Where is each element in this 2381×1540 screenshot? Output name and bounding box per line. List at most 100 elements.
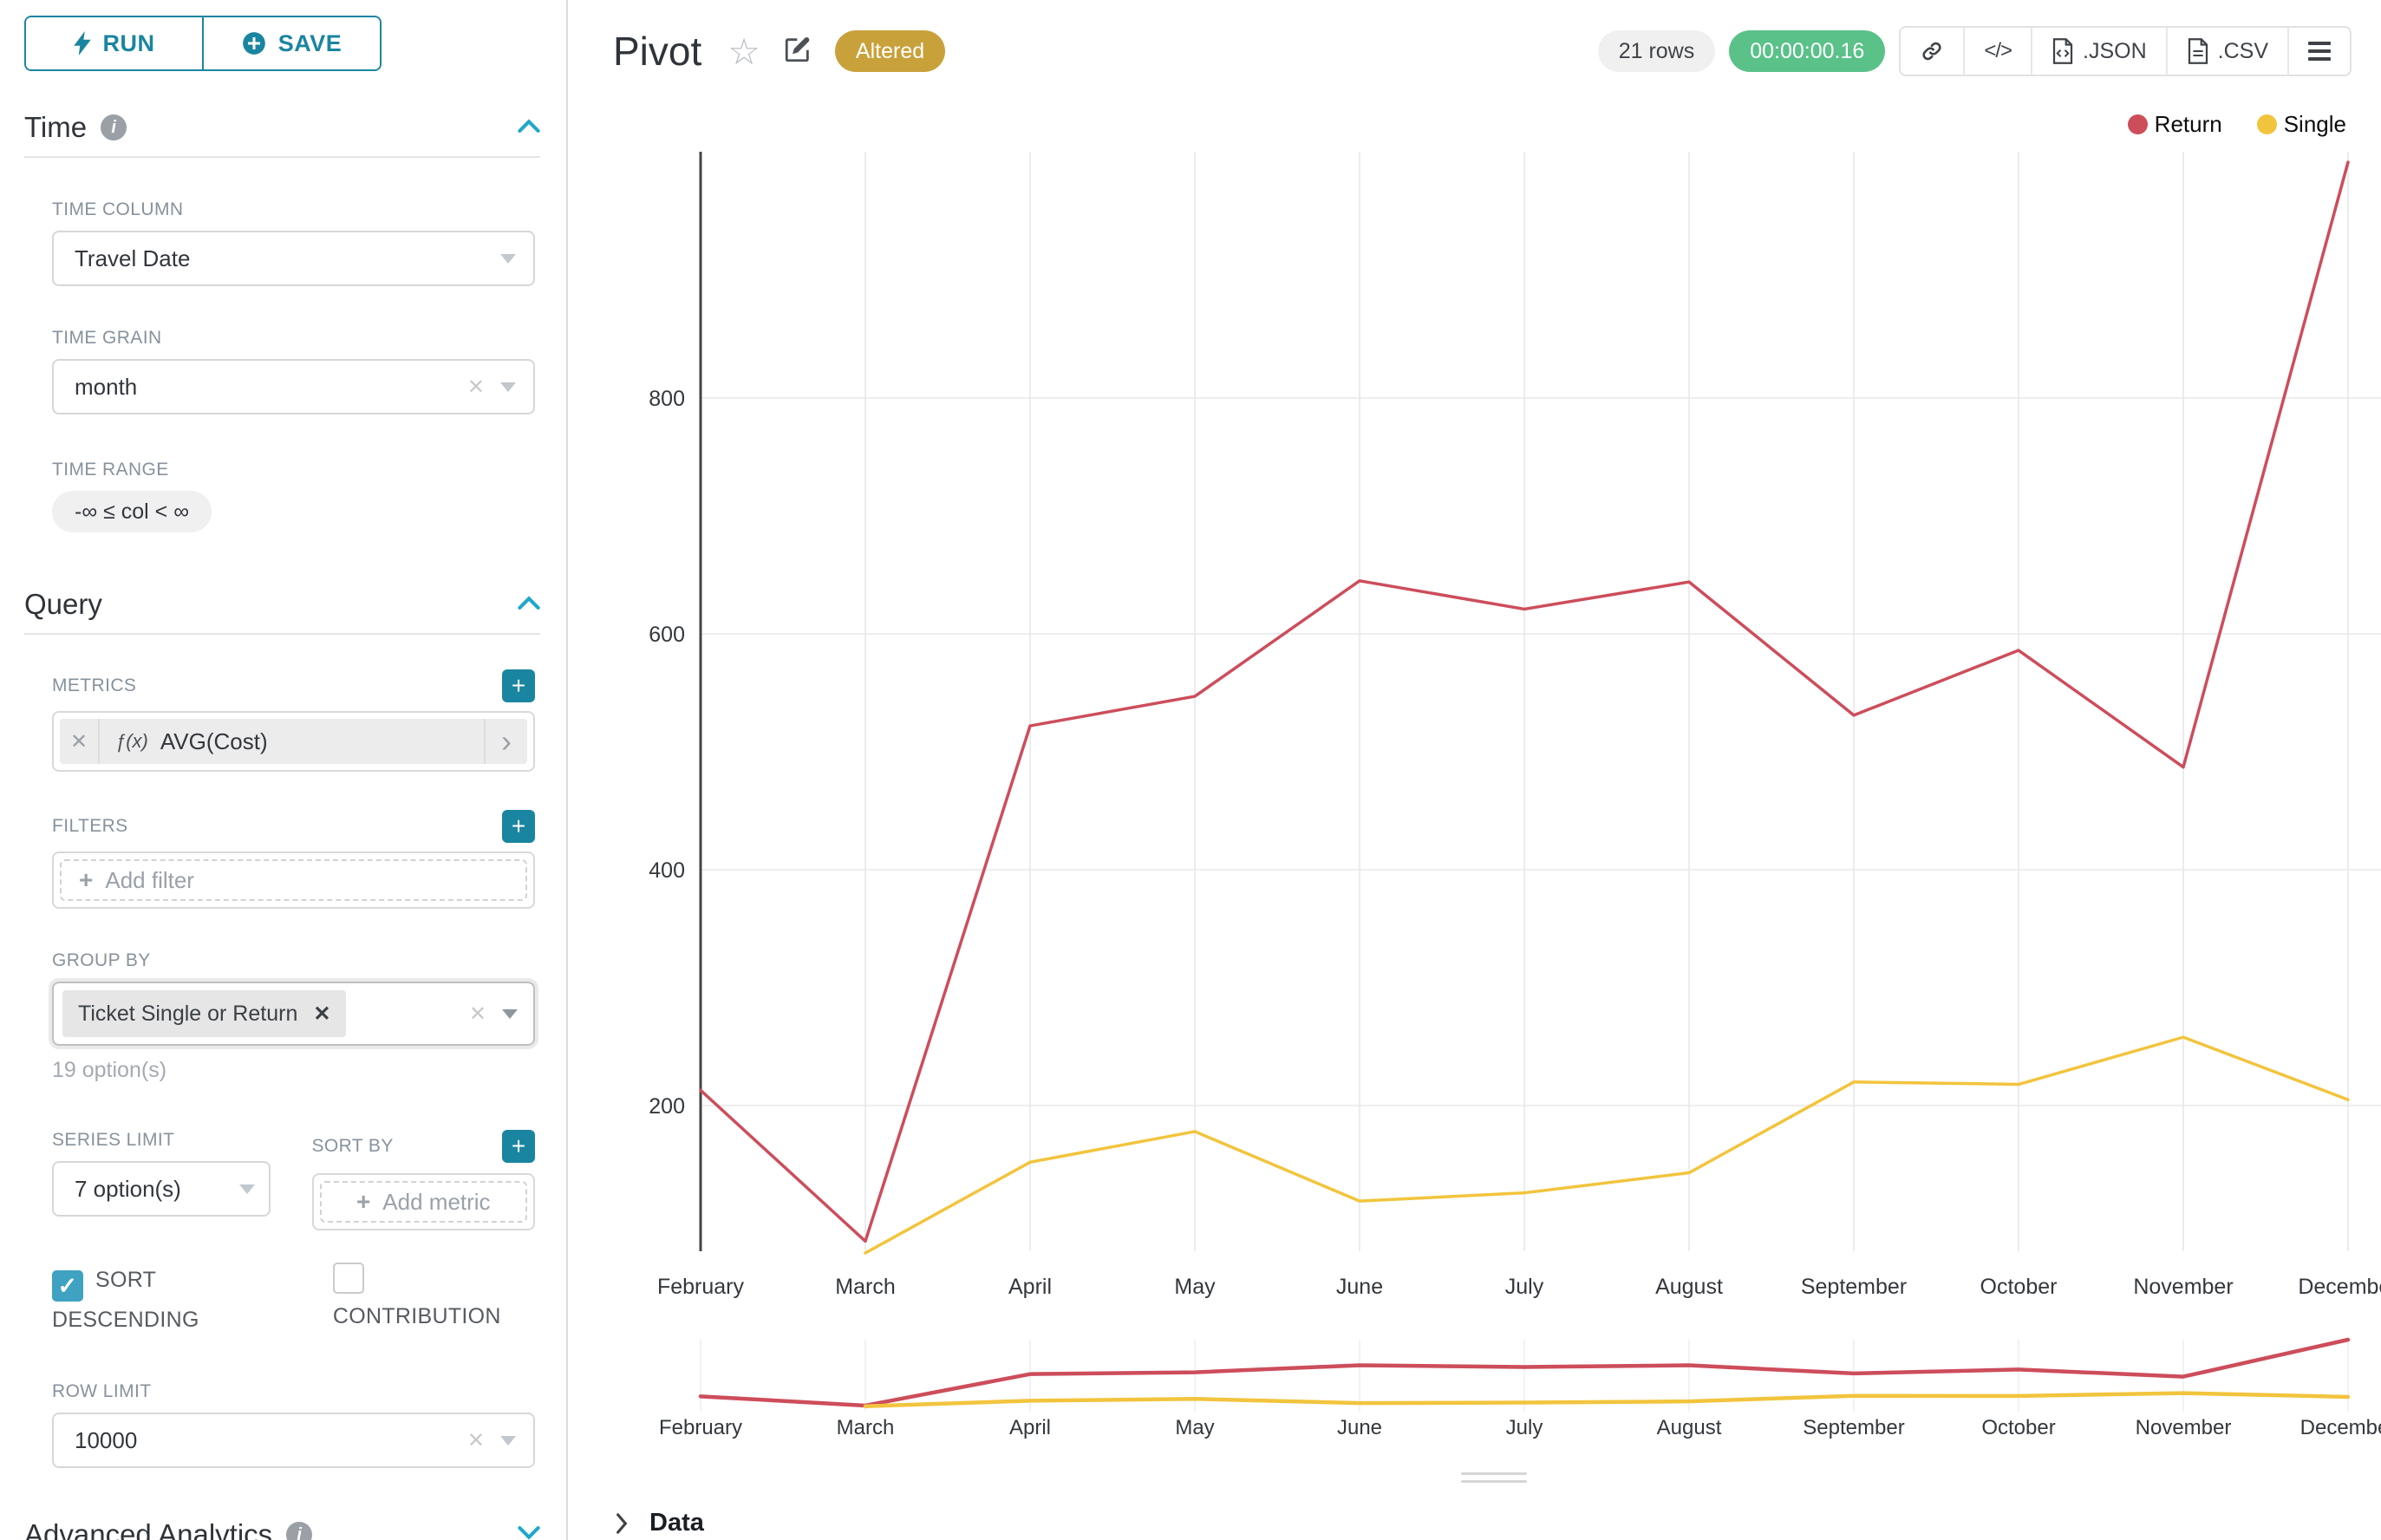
remove-tag-icon[interactable]: ✕ (313, 1002, 330, 1027)
export-json-button[interactable]: .JSON (2031, 28, 2166, 75)
metric-name: AVG(Cost) (160, 728, 268, 755)
row-limit-select[interactable]: 10000 ✕ (52, 1413, 535, 1468)
sort-descending-checkbox-checked[interactable]: ✓ (52, 1270, 83, 1302)
svg-text:May: May (1174, 1275, 1216, 1299)
contribution-checkbox-unchecked[interactable] (333, 1263, 364, 1294)
export-csv-label: .CSV (2218, 39, 2268, 64)
clear-icon[interactable]: ✕ (467, 1428, 485, 1453)
add-filter-label: Add filter (105, 867, 194, 894)
query-duration-pill: 00:00:00.16 (1729, 30, 1885, 72)
chevron-down-icon (502, 1009, 518, 1019)
resize-drag-handle[interactable] (1461, 1472, 1527, 1488)
group-by-tag-label: Ticket Single or Return (78, 1002, 297, 1027)
edit-properties-icon[interactable] (783, 35, 812, 69)
contribution-label: CONTRIBUTION (333, 1304, 501, 1328)
collapse-query-button[interactable] (518, 595, 540, 615)
copy-link-button[interactable] (1901, 28, 1963, 75)
time-title-text: Time (24, 111, 87, 144)
view-query-button[interactable]: </> (1963, 28, 2031, 75)
chevron-down-icon (239, 1184, 255, 1194)
file-code-icon (2052, 38, 2074, 64)
save-button-label: SAVE (278, 30, 342, 57)
svg-text:December: December (2300, 1416, 2381, 1439)
filters-label: FILTERS (52, 816, 128, 837)
series-limit-select[interactable]: 7 option(s) (52, 1161, 271, 1217)
add-filter-dropzone[interactable]: + Add filter (60, 859, 527, 901)
save-button[interactable]: SAVE (202, 17, 380, 69)
function-icon: ƒ(x) (115, 730, 148, 753)
data-panel-toggle[interactable]: Data (615, 1509, 704, 1537)
chevron-right-icon[interactable]: › (484, 719, 527, 764)
chart-menu-button[interactable] (2287, 28, 2350, 75)
svg-text:June: June (1336, 1275, 1383, 1299)
export-csv-button[interactable]: .CSV (2166, 28, 2287, 75)
metric-pill[interactable]: ✕ ƒ(x) AVG(Cost) › (60, 719, 527, 764)
time-range-pill[interactable]: -∞ ≤ col < ∞ (52, 491, 212, 532)
chevron-down-icon (500, 254, 516, 264)
time-grain-value: month (75, 374, 137, 401)
svg-text:August: August (1655, 1275, 1723, 1299)
page-title: Pivot (613, 28, 701, 75)
explore-page: RUN SAVE Time i TIME COLUMN Travel Date (0, 0, 2381, 1540)
group-by-options-hint: 19 option(s) (52, 1058, 535, 1083)
svg-text:November: November (2136, 1416, 2232, 1439)
time-section-title: Time i (24, 111, 127, 144)
link-icon (1920, 39, 1944, 63)
code-icon: </> (1984, 39, 2012, 63)
query-section-header: Query (24, 588, 540, 621)
time-range-value: -∞ ≤ col < ∞ (75, 499, 189, 525)
add-metric-button[interactable]: + (502, 669, 535, 702)
advanced-analytics-title: Advanced Analytics i (24, 1518, 312, 1540)
altered-badge[interactable]: Altered (835, 30, 945, 72)
add-metric-label: Add metric (382, 1189, 490, 1216)
svg-text:July: July (1505, 1275, 1544, 1299)
metric-control: ✕ ƒ(x) AVG(Cost) › (52, 711, 535, 772)
chevron-down-icon (500, 382, 516, 392)
contribution-option[interactable]: CONTRIBUTION (333, 1262, 535, 1338)
favorite-star-icon[interactable]: ☆ (727, 30, 760, 73)
svg-text:February: February (657, 1275, 745, 1299)
svg-text:August: August (1657, 1416, 1722, 1439)
row-limit-label: ROW LIMIT (52, 1381, 535, 1402)
sort-descending-option[interactable]: ✓SORT DESCENDING (52, 1262, 281, 1338)
svg-text:March: March (835, 1275, 895, 1299)
add-sort-metric-dropzone[interactable]: + Add metric (320, 1181, 528, 1223)
plus-icon: + (356, 1188, 370, 1216)
advanced-analytics-header: Advanced Analytics i (24, 1518, 540, 1540)
time-grain-select[interactable]: month ✕ (52, 359, 535, 414)
svg-text:October: October (1981, 1416, 2055, 1439)
time-column-value: Travel Date (75, 245, 190, 272)
svg-text:April: April (1009, 1416, 1051, 1439)
collapse-time-button[interactable] (518, 118, 540, 138)
metrics-label: METRICS (52, 675, 136, 696)
time-column-select[interactable]: Travel Date (52, 231, 535, 286)
filters-control: + Add filter (52, 852, 535, 909)
add-filter-button[interactable]: + (502, 810, 535, 843)
time-range-label: TIME RANGE (52, 460, 535, 480)
advanced-analytics-text: Advanced Analytics (24, 1518, 272, 1540)
remove-metric-icon[interactable]: ✕ (60, 719, 100, 764)
clear-icon[interactable]: ✕ (469, 1002, 486, 1027)
svg-text:May: May (1175, 1416, 1214, 1439)
svg-text:June: June (1337, 1416, 1382, 1439)
svg-text:September: September (1803, 1416, 1904, 1439)
bolt-icon (74, 31, 91, 55)
series-limit-label: SERIES LIMIT (52, 1130, 271, 1151)
plus-icon: + (79, 866, 93, 894)
svg-text:200: 200 (649, 1094, 685, 1119)
group-by-select[interactable]: Ticket Single or Return ✕ ✕ (52, 982, 535, 1046)
line-chart[interactable]: 200400600800FebruaryFebruaryMarchMarchAp… (570, 104, 2381, 1444)
query-section-title: Query (24, 588, 102, 621)
export-json-label: .JSON (2083, 39, 2147, 64)
row-count-pill: 21 rows (1598, 30, 1716, 72)
clear-icon[interactable]: ✕ (467, 375, 485, 400)
add-sort-metric-button[interactable]: + (502, 1130, 535, 1163)
section-divider (24, 633, 540, 635)
group-by-label: GROUP BY (52, 950, 535, 971)
run-button[interactable]: RUN (26, 17, 202, 69)
section-divider (24, 156, 540, 158)
svg-text:600: 600 (649, 623, 685, 647)
run-button-label: RUN (103, 30, 155, 57)
info-icon: i (286, 1522, 312, 1540)
expand-advanced-analytics-button[interactable] (518, 1525, 540, 1540)
